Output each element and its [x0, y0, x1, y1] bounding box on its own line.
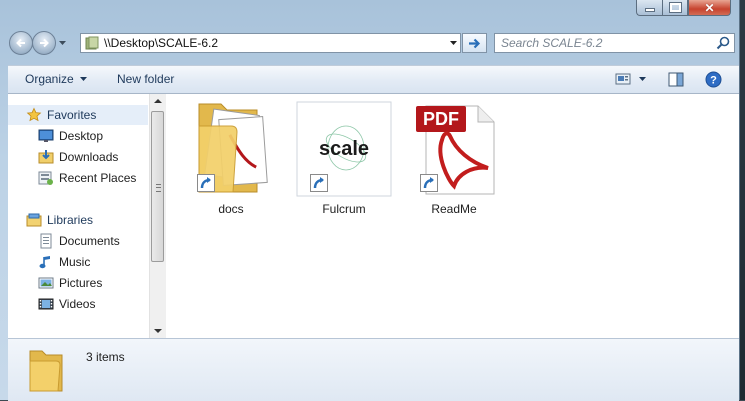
help-icon: ? [705, 71, 722, 88]
preview-pane-button[interactable] [668, 72, 684, 90]
file-name: Fulcrum [322, 202, 366, 216]
videos-icon [38, 298, 54, 310]
nav-item-videos[interactable]: Videos [8, 294, 148, 314]
close-icon: ✕ [704, 0, 715, 15]
nav-libraries-label: Libraries [47, 213, 94, 227]
recent-places-icon [38, 171, 53, 185]
folder-location-icon [85, 36, 99, 50]
file-list: docs scale Fulcrum PDF ReadMe [168, 94, 739, 338]
chevron-down-icon [449, 41, 457, 45]
command-bar: Organize New folder ? [8, 65, 739, 94]
libraries-icon [26, 213, 42, 227]
content-area: Favorites Desktop Downloads Recent Place… [8, 94, 739, 338]
explorer-window: ✕ \\Desktop\SCALE-6.2 Search SCALE-6.2 O… [0, 0, 740, 401]
svg-text:?: ? [710, 75, 717, 87]
navigation-pane: Favorites Desktop Downloads Recent Place… [8, 94, 148, 338]
nav-item-label: Downloads [59, 150, 119, 164]
nav-item-label: Desktop [59, 129, 104, 143]
downloads-icon [38, 150, 54, 164]
nav-item-label: Recent Places [59, 171, 137, 185]
folder-icon [29, 350, 63, 392]
shortcut-arrow-icon [197, 174, 215, 192]
nav-item-downloads[interactable]: Downloads [8, 147, 148, 167]
caption-buttons: ✕ [636, 0, 731, 17]
desktop-icon [38, 129, 54, 142]
details-pane: 3 items [8, 338, 739, 401]
navigation-buttons [9, 31, 67, 55]
close-button[interactable]: ✕ [688, 0, 731, 16]
search-box [494, 33, 735, 53]
scroll-down-icon[interactable] [154, 329, 162, 333]
back-arrow-icon [16, 38, 25, 48]
nav-item-desktop[interactable]: Desktop [8, 126, 148, 146]
address-bar[interactable]: \\Desktop\SCALE-6.2 [80, 33, 461, 53]
scrollbar-thumb[interactable] [151, 111, 164, 262]
pdf-badge-text: PDF [423, 109, 459, 129]
view-options-icon [615, 73, 631, 85]
nav-item-music[interactable]: Music [8, 252, 148, 272]
pictures-icon [38, 277, 54, 289]
documents-icon [40, 233, 52, 249]
organize-button[interactable]: Organize [25, 72, 87, 86]
file-item-docs[interactable]: docs [181, 100, 281, 216]
back-button[interactable] [9, 31, 33, 55]
search-icon[interactable] [715, 35, 731, 51]
maximize-icon [668, 2, 682, 13]
chevron-down-icon [639, 77, 646, 81]
minimize-icon [644, 8, 655, 12]
grip-icon [156, 184, 161, 192]
go-arrow-icon [469, 38, 481, 48]
refresh-go-button[interactable] [462, 33, 487, 53]
address-dropdown-button[interactable] [446, 34, 460, 52]
chevron-down-icon [59, 41, 66, 45]
shortcut-arrow-icon [420, 174, 438, 192]
change-view-button[interactable] [615, 72, 646, 86]
file-name: ReadMe [431, 202, 477, 216]
minimize-button[interactable] [636, 0, 662, 16]
nav-item-label: Pictures [59, 276, 103, 290]
nav-item-label: Videos [59, 297, 96, 311]
nav-item-recent-places[interactable]: Recent Places [8, 168, 148, 188]
maximize-button[interactable] [662, 0, 688, 16]
nav-libraries[interactable]: Libraries [8, 210, 148, 230]
address-path: \\Desktop\SCALE-6.2 [104, 36, 219, 50]
forward-arrow-icon [40, 38, 49, 48]
file-name: docs [218, 202, 244, 216]
nav-item-documents[interactable]: Documents [8, 231, 148, 251]
new-folder-button[interactable]: New folder [117, 72, 174, 86]
navigation-pane-scrollbar[interactable] [149, 94, 166, 338]
shortcut-arrow-icon [310, 174, 328, 192]
chevron-down-icon [79, 77, 87, 81]
nav-item-pictures[interactable]: Pictures [8, 273, 148, 293]
nav-favorites[interactable]: Favorites [8, 105, 148, 125]
preview-pane-icon [668, 72, 684, 87]
nav-item-label: Documents [59, 234, 120, 248]
item-count: 3 items [86, 350, 125, 364]
file-item-fulcrum[interactable]: scale Fulcrum [294, 100, 394, 216]
search-input[interactable] [495, 36, 715, 50]
scroll-up-icon[interactable] [154, 99, 162, 103]
forward-button[interactable] [32, 31, 56, 55]
pdf-shortcut-icon: PDF [404, 100, 504, 198]
star-icon [26, 107, 42, 122]
folder-shortcut-icon [181, 100, 281, 198]
recent-pages-button[interactable] [58, 38, 67, 48]
new-folder-label: New folder [117, 72, 175, 86]
file-item-readme[interactable]: PDF ReadMe [404, 100, 504, 216]
music-icon [39, 256, 50, 269]
scale-logo-text: scale [318, 138, 370, 160]
organize-label: Organize [25, 72, 74, 86]
nav-favorites-label: Favorites [47, 108, 97, 122]
nav-item-label: Music [59, 255, 91, 269]
scale-app-shortcut-icon: scale [294, 100, 394, 198]
help-button[interactable]: ? [705, 71, 722, 91]
